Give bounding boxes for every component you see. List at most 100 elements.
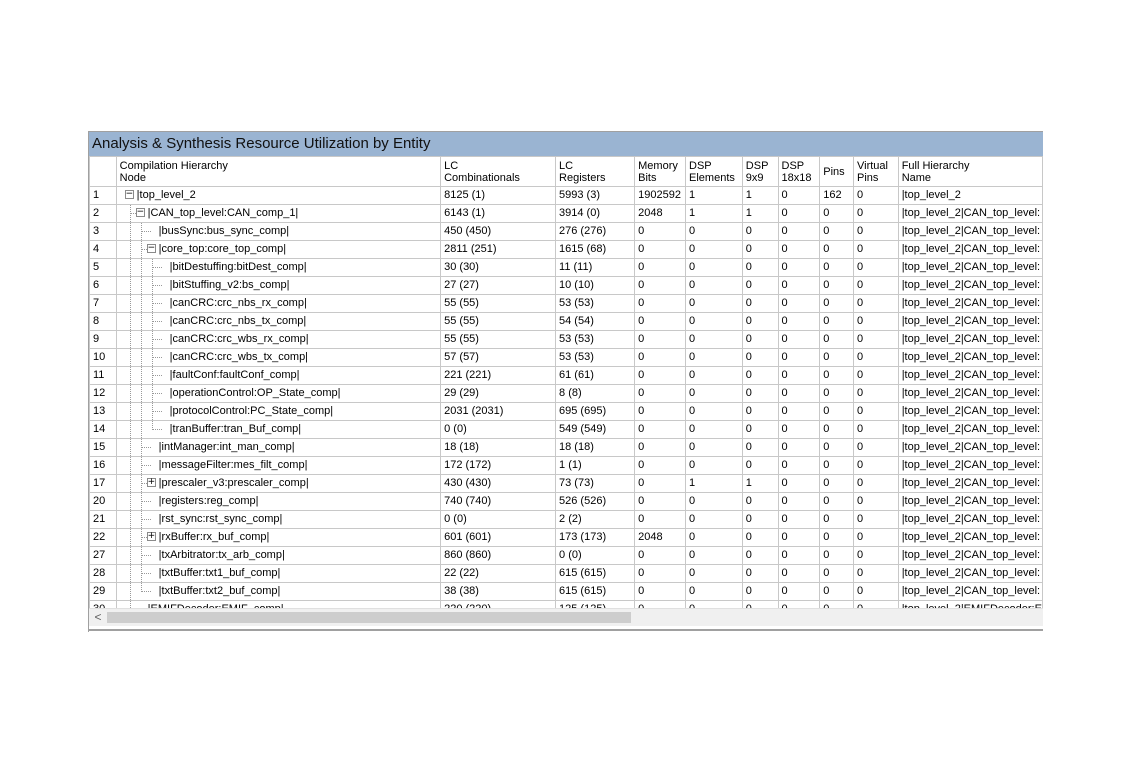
lc-registers-cell: 695 (695) xyxy=(555,402,636,421)
pins-cell: 0 xyxy=(819,240,854,259)
table-row[interactable]: 5 |bitDestuffing:bitDest_comp| 30 (30) 11 (… xyxy=(89,258,1043,277)
column-header-mem[interactable]: Memory Bits xyxy=(634,156,687,187)
hierarchy-node-cell[interactable]: |bitStuffing_v2:bs_comp| xyxy=(115,276,442,295)
table-row[interactable]: 8 |canCRC:crc_nbs_tx_comp| 55 (55) 54 (54) 0… xyxy=(89,312,1043,331)
table-row[interactable]: 4− |core_top:core_top_comp| 2811 (251) 1615… xyxy=(89,240,1043,259)
hierarchy-node-label: |canCRC:crc_nbs_rx_comp| xyxy=(169,297,307,309)
hierarchy-node-cell[interactable]: |intManager:int_man_comp| xyxy=(115,438,442,457)
lc-combinationals-cell: 740 (740) xyxy=(440,492,557,511)
collapse-icon[interactable]: − xyxy=(135,208,145,217)
column-header-lc[interactable]: LC Combinationals xyxy=(440,156,557,187)
lc-combinationals-cell: 57 (57) xyxy=(440,348,557,367)
hierarchy-node-cell[interactable]: |rst_sync:rst_sync_comp| xyxy=(115,510,442,529)
table-row[interactable]: 21 |rst_sync:rst_sync_comp| 0 (0) 2 (2) 0 0 0 0… xyxy=(89,510,1043,529)
lc-registers-cell: 8 (8) xyxy=(555,384,636,403)
hierarchy-node-cell[interactable]: |canCRC:crc_wbs_tx_comp| xyxy=(115,348,442,367)
table-row[interactable]: 12 |operationControl:OP_State_comp| 29 (29… xyxy=(89,384,1043,403)
virtual-pins-cell: 0 xyxy=(853,582,899,601)
full-hierarchy-name-cell: |top_level_2|CAN_top_level: xyxy=(897,384,1043,403)
table-row[interactable]: 10 |canCRC:crc_wbs_tx_comp| 57 (57) 53 (53)… xyxy=(89,348,1043,367)
hierarchy-node-cell[interactable]: − |core_top:core_top_comp| xyxy=(115,240,442,259)
collapse-icon[interactable]: − xyxy=(146,244,156,253)
table-row[interactable]: 28 |txtBuffer:txt1_buf_comp| 22 (22) 615 (6… xyxy=(89,564,1043,583)
column-header-dsp18[interactable]: DSP 18x18 xyxy=(777,156,821,187)
table-row[interactable]: 15 |intManager:int_man_comp| 18 (18) 18 (18… xyxy=(89,438,1043,457)
hierarchy-node-cell[interactable]: − |CAN_top_level:CAN_comp_1| xyxy=(115,204,442,223)
table-row[interactable]: 1− |top_level_2 8125 (1) 5993 (3) 1902592 1 1 0… xyxy=(89,186,1043,205)
virtual-pins-cell: 0 xyxy=(853,330,899,349)
row-number: 2 xyxy=(89,204,117,223)
row-number: 17 xyxy=(89,474,117,493)
table-row[interactable]: 17 + |prescaler_v3:prescaler_comp| 430 (430… xyxy=(89,474,1043,493)
hierarchy-node-cell[interactable]: |registers:reg_comp| xyxy=(115,492,442,511)
table-row[interactable]: 2− |CAN_top_level:CAN_comp_1| 6143 (1) 3914… xyxy=(89,204,1043,223)
table-row[interactable]: 9 |canCRC:crc_wbs_rx_comp| 55 (55) 53 (53) 0… xyxy=(89,330,1043,349)
hierarchy-node-cell[interactable]: |canCRC:crc_nbs_rx_comp| xyxy=(115,294,442,313)
column-header-reg[interactable]: LC Registers xyxy=(555,156,636,187)
table-row[interactable]: 14 |tranBuffer:tran_Buf_comp| 0 (0) 549 (54… xyxy=(89,420,1043,439)
hierarchy-node-label: |bitDestuffing:bitDest_comp| xyxy=(169,261,307,273)
column-header-vpins[interactable]: Virtual Pins xyxy=(853,156,899,187)
hierarchy-node-cell[interactable]: |bitDestuffing:bitDest_comp| xyxy=(115,258,442,277)
column-header-label: Memory xyxy=(638,159,678,172)
hierarchy-node-cell[interactable]: |canCRC:crc_nbs_tx_comp| xyxy=(115,312,442,331)
hierarchy-node-cell[interactable]: |protocolControl:PC_State_comp| xyxy=(115,402,442,421)
dsp-18x18-cell: 0 xyxy=(777,222,821,241)
collapse-icon[interactable]: − xyxy=(124,190,134,199)
hierarchy-node-cell[interactable]: |txtBuffer:txt2_buf_comp| xyxy=(115,582,442,601)
hierarchy-node-cell[interactable]: + |prescaler_v3:prescaler_comp| xyxy=(115,474,442,493)
hierarchy-node-cell[interactable]: − |top_level_2 xyxy=(115,186,442,205)
memory-bits-cell: 0 xyxy=(634,564,687,583)
column-header-pins[interactable]: Pins xyxy=(819,156,854,187)
full-hierarchy-name-cell: |top_level_2|CAN_top_level: xyxy=(897,240,1043,259)
horizontal-scrollbar[interactable]: < xyxy=(89,608,1043,626)
hierarchy-node-cell[interactable]: |messageFilter:mes_filt_comp| xyxy=(115,456,442,475)
table-row[interactable]: 29 |txtBuffer:txt2_buf_comp| 38 (38) 615 (6… xyxy=(89,582,1043,601)
dsp-9x9-cell: 0 xyxy=(741,384,779,403)
table-row[interactable]: 27 |txArbitrator:tx_arb_comp| 860 (860) 0 (… xyxy=(89,546,1043,565)
column-header-dspe[interactable]: DSP Elements xyxy=(685,156,743,187)
scrollbar-thumb[interactable] xyxy=(107,612,631,623)
dsp-18x18-cell: 0 xyxy=(777,456,821,475)
tree-branch-line xyxy=(140,519,151,520)
table-row[interactable]: 30 |EMIFDecoder:EMIF_comp| 220 (220)125 (1… xyxy=(89,600,1043,608)
column-header-num[interactable] xyxy=(89,156,117,187)
hierarchy-node-cell[interactable]: |txtBuffer:txt1_buf_comp| xyxy=(115,564,442,583)
pins-cell: 0 xyxy=(819,348,854,367)
lc-combinationals-cell: 6143 (1) xyxy=(440,204,557,223)
dsp-18x18-cell: 0 xyxy=(777,528,821,547)
expand-icon[interactable]: + xyxy=(146,478,156,487)
pins-cell: 0 xyxy=(819,456,854,475)
table-row[interactable]: 6 |bitStuffing_v2:bs_comp| 27 (27) 10 (10) 0… xyxy=(89,276,1043,295)
table-row[interactable]: 3 |busSync:bus_sync_comp| 450 (450) 276 (27… xyxy=(89,222,1043,241)
table-row[interactable]: 7 |canCRC:crc_nbs_rx_comp| 55 (55) 53 (53) 0… xyxy=(89,294,1043,313)
lc-registers-cell: 53 (53) xyxy=(555,348,636,367)
table-row[interactable]: 13 |protocolControl:PC_State_comp| 2031 (2… xyxy=(89,402,1043,421)
column-header-full[interactable]: Full Hierarchy Name xyxy=(897,156,1043,187)
column-header-label: Registers xyxy=(559,171,606,184)
virtual-pins-cell: 0 xyxy=(853,312,899,331)
column-header-node[interactable]: Compilation Hierarchy Node xyxy=(115,156,442,187)
hierarchy-node-cell[interactable]: |EMIFDecoder:EMIF_comp| xyxy=(115,600,442,608)
column-header-label: 18x18 xyxy=(781,171,812,184)
hierarchy-node-cell[interactable]: |tranBuffer:tran_Buf_comp| xyxy=(115,420,442,439)
table-row[interactable]: 20 |registers:reg_comp| 740 (740) 526 (526)… xyxy=(89,492,1043,511)
hierarchy-node-cell[interactable]: |busSync:bus_sync_comp| xyxy=(115,222,442,241)
column-header-dsp9[interactable]: DSP 9x9 xyxy=(741,156,779,187)
hierarchy-node-cell[interactable]: |faultConf:faultConf_comp| xyxy=(115,366,442,385)
tree-branch-line xyxy=(151,339,162,340)
table-row[interactable]: 16 |messageFilter:mes_filt_comp| 172 (172)… xyxy=(89,456,1043,475)
virtual-pins-cell: 0 xyxy=(853,600,899,608)
hierarchy-node-label: |core_top:core_top_comp| xyxy=(158,243,287,255)
memory-bits-cell: 0 xyxy=(634,456,687,475)
table-row[interactable]: 11 |faultConf:faultConf_comp| 221 (221) 61 … xyxy=(89,366,1043,385)
hierarchy-node-cell[interactable]: |canCRC:crc_wbs_rx_comp| xyxy=(115,330,442,349)
hierarchy-node-cell[interactable]: + |rxBuffer:rx_buf_comp| xyxy=(115,528,442,547)
hierarchy-node-cell[interactable]: |operationControl:OP_State_comp| xyxy=(115,384,442,403)
expand-icon[interactable]: + xyxy=(146,532,156,541)
tree-branch-line xyxy=(140,501,151,502)
hierarchy-node-cell[interactable]: |txArbitrator:tx_arb_comp| xyxy=(115,546,442,565)
virtual-pins-cell: 0 xyxy=(853,438,899,457)
scroll-left-arrow-icon[interactable]: < xyxy=(91,609,105,626)
table-row[interactable]: 22 + |rxBuffer:rx_buf_comp| 601 (601) 173 (1… xyxy=(89,528,1043,547)
